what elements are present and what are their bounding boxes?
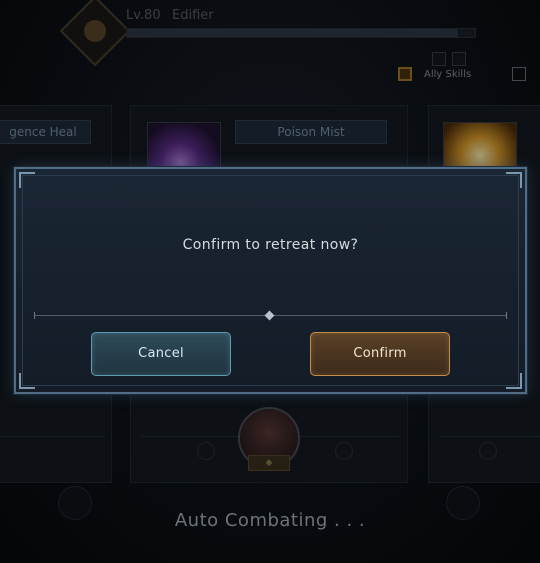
divider-cap	[34, 312, 35, 319]
divider-cap	[506, 312, 507, 319]
dialog-message: Confirm to retreat now?	[182, 237, 359, 253]
corner-ornament-icon	[19, 172, 35, 188]
corner-ornament-icon	[506, 172, 522, 188]
corner-ornament-icon	[19, 373, 35, 389]
confirm-button[interactable]: Confirm	[310, 332, 450, 376]
cancel-button[interactable]: Cancel	[91, 332, 231, 376]
retreat-confirm-dialog: Confirm to retreat now? Cancel Confirm	[14, 167, 527, 394]
corner-ornament-icon	[506, 373, 522, 389]
